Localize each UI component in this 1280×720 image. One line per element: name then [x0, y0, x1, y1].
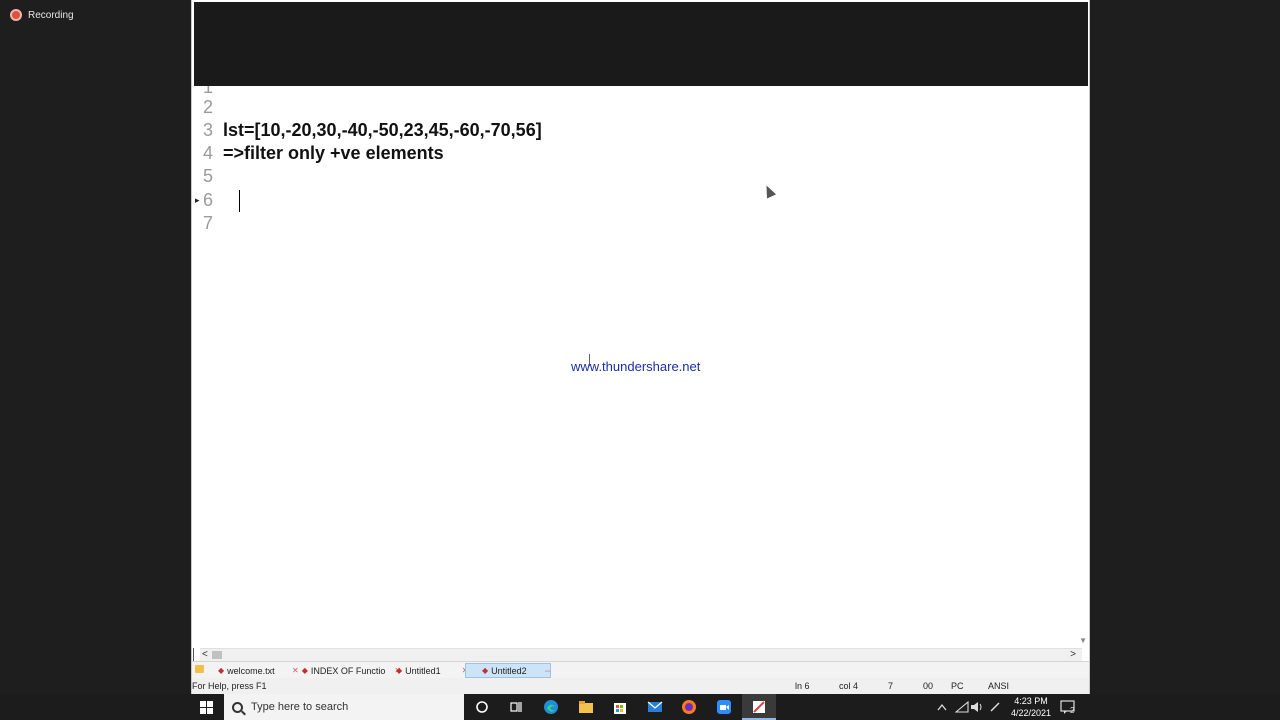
- tab-label: Untitled1: [405, 665, 441, 676]
- pin-icon[interactable]: ⇔: [544, 666, 552, 675]
- editor-line: ▸ 6: [192, 189, 213, 212]
- cortana-icon[interactable]: [474, 699, 490, 715]
- search-placeholder: Type here to search: [251, 701, 349, 713]
- recording-indicator: Recording: [10, 9, 74, 21]
- editplus-app-icon[interactable]: [751, 699, 767, 715]
- folder-icon[interactable]: [195, 665, 204, 673]
- taskbar-clock[interactable]: 4:23 PM 4/22/2021: [1010, 695, 1052, 719]
- file-icon: ◆: [301, 666, 308, 675]
- tab-label: welcome.txt: [227, 665, 275, 676]
- current-line-marker-icon: ▸: [195, 195, 200, 205]
- volume-icon[interactable]: [970, 694, 984, 720]
- search-icon: [232, 701, 243, 713]
- line-number: 2: [202, 97, 213, 117]
- tab-untitled2[interactable]: ◆ Untitled2 ⇔: [465, 663, 552, 678]
- task-view-icon[interactable]: [508, 699, 524, 715]
- black-header-bar: [194, 2, 1088, 86]
- tab-untitled1[interactable]: ◆ Untitled1 ✕: [392, 663, 472, 678]
- status-column: col 4: [839, 681, 859, 691]
- horizontal-scrollbar[interactable]: < >: [200, 648, 1082, 661]
- scroll-right-icon[interactable]: >: [1070, 649, 1076, 660]
- status-code: 00: [923, 681, 934, 691]
- status-number: 7: [888, 681, 894, 691]
- splitter-handle[interactable]: [193, 648, 199, 661]
- firefox-icon[interactable]: [681, 699, 697, 715]
- mail-icon[interactable]: [647, 699, 663, 715]
- zoom-app-icon[interactable]: [716, 699, 732, 715]
- mouse-pointer-icon: [761, 183, 777, 199]
- line-number: 3: [202, 120, 213, 140]
- pen-icon[interactable]: [989, 694, 1001, 720]
- tab-label: Untitled2: [491, 665, 527, 676]
- editor-line: 2: [192, 96, 213, 119]
- status-bar: For Help, press F1 ln 6 col 4 7 00 PC AN…: [192, 678, 1089, 694]
- taskbar-search-box[interactable]: Type here to search: [224, 694, 464, 720]
- edge-browser-icon[interactable]: [543, 699, 559, 715]
- status-help: For Help, press F1: [192, 681, 267, 691]
- tray-overflow-icon[interactable]: [937, 694, 947, 720]
- scroll-left-icon[interactable]: <: [202, 649, 208, 660]
- editor-line: 4 =>filter only +ve elements: [192, 142, 444, 165]
- editor-text-area[interactable]: 1 2 3 lst=[10,-20,30,-40,-50,23,45,-60,-…: [192, 86, 1089, 648]
- scrollbar-thumb[interactable]: [212, 651, 222, 659]
- notification-center-icon[interactable]: 2: [1060, 694, 1075, 720]
- line-number: 5: [202, 166, 213, 186]
- editor-line: 5: [192, 165, 213, 188]
- line-number: 4: [202, 143, 213, 163]
- line-text: lst=[10,-20,30,-40,-50,23,45,-60,-70,56]: [223, 120, 542, 140]
- recording-label: Recording: [28, 9, 74, 21]
- close-icon[interactable]: ✕: [292, 666, 299, 675]
- document-tab-bar: ◆ welcome.txt ✕ ◆ INDEX OF Functio ✕ ◆ U…: [192, 661, 1089, 678]
- editor-window: 1 2 3 lst=[10,-20,30,-40,-50,23,45,-60,-…: [191, 0, 1090, 694]
- text-caret: [239, 190, 240, 212]
- line-number: 7: [202, 213, 213, 233]
- windows-taskbar: Type here to search 4:23 PM 4/22/2021 2: [0, 694, 1280, 720]
- start-button[interactable]: [192, 694, 220, 720]
- status-encoding: ANSI: [988, 681, 1010, 691]
- clock-time: 4:23 PM: [1014, 696, 1048, 706]
- status-mode: PC: [951, 681, 964, 691]
- file-icon: ◆: [482, 666, 489, 675]
- file-explorer-icon[interactable]: [578, 699, 594, 715]
- editor-line: 7: [192, 212, 213, 235]
- windows-logo-icon: [199, 700, 213, 714]
- notification-badge: 2: [1070, 705, 1075, 715]
- network-icon[interactable]: [955, 694, 969, 720]
- status-line: ln 6: [795, 681, 810, 691]
- tab-index-of-functions[interactable]: ✕ ◆ INDEX OF Functio ✕: [282, 663, 405, 678]
- file-icon: ◆: [396, 666, 403, 675]
- watermark-text: www.thundershare.net: [571, 359, 701, 374]
- scroll-down-icon[interactable]: ▼: [1079, 636, 1087, 645]
- tab-welcome[interactable]: ◆ welcome.txt: [214, 663, 279, 678]
- store-icon[interactable]: [612, 699, 628, 715]
- clock-date: 4/22/2021: [1010, 708, 1052, 718]
- file-icon: ◆: [218, 666, 225, 675]
- record-icon: [10, 9, 22, 21]
- tab-label: INDEX OF Functio: [310, 665, 386, 676]
- line-text: =>filter only +ve elements: [223, 143, 444, 163]
- editor-line: 3 lst=[10,-20,30,-40,-50,23,45,-60,-70,5…: [192, 119, 542, 142]
